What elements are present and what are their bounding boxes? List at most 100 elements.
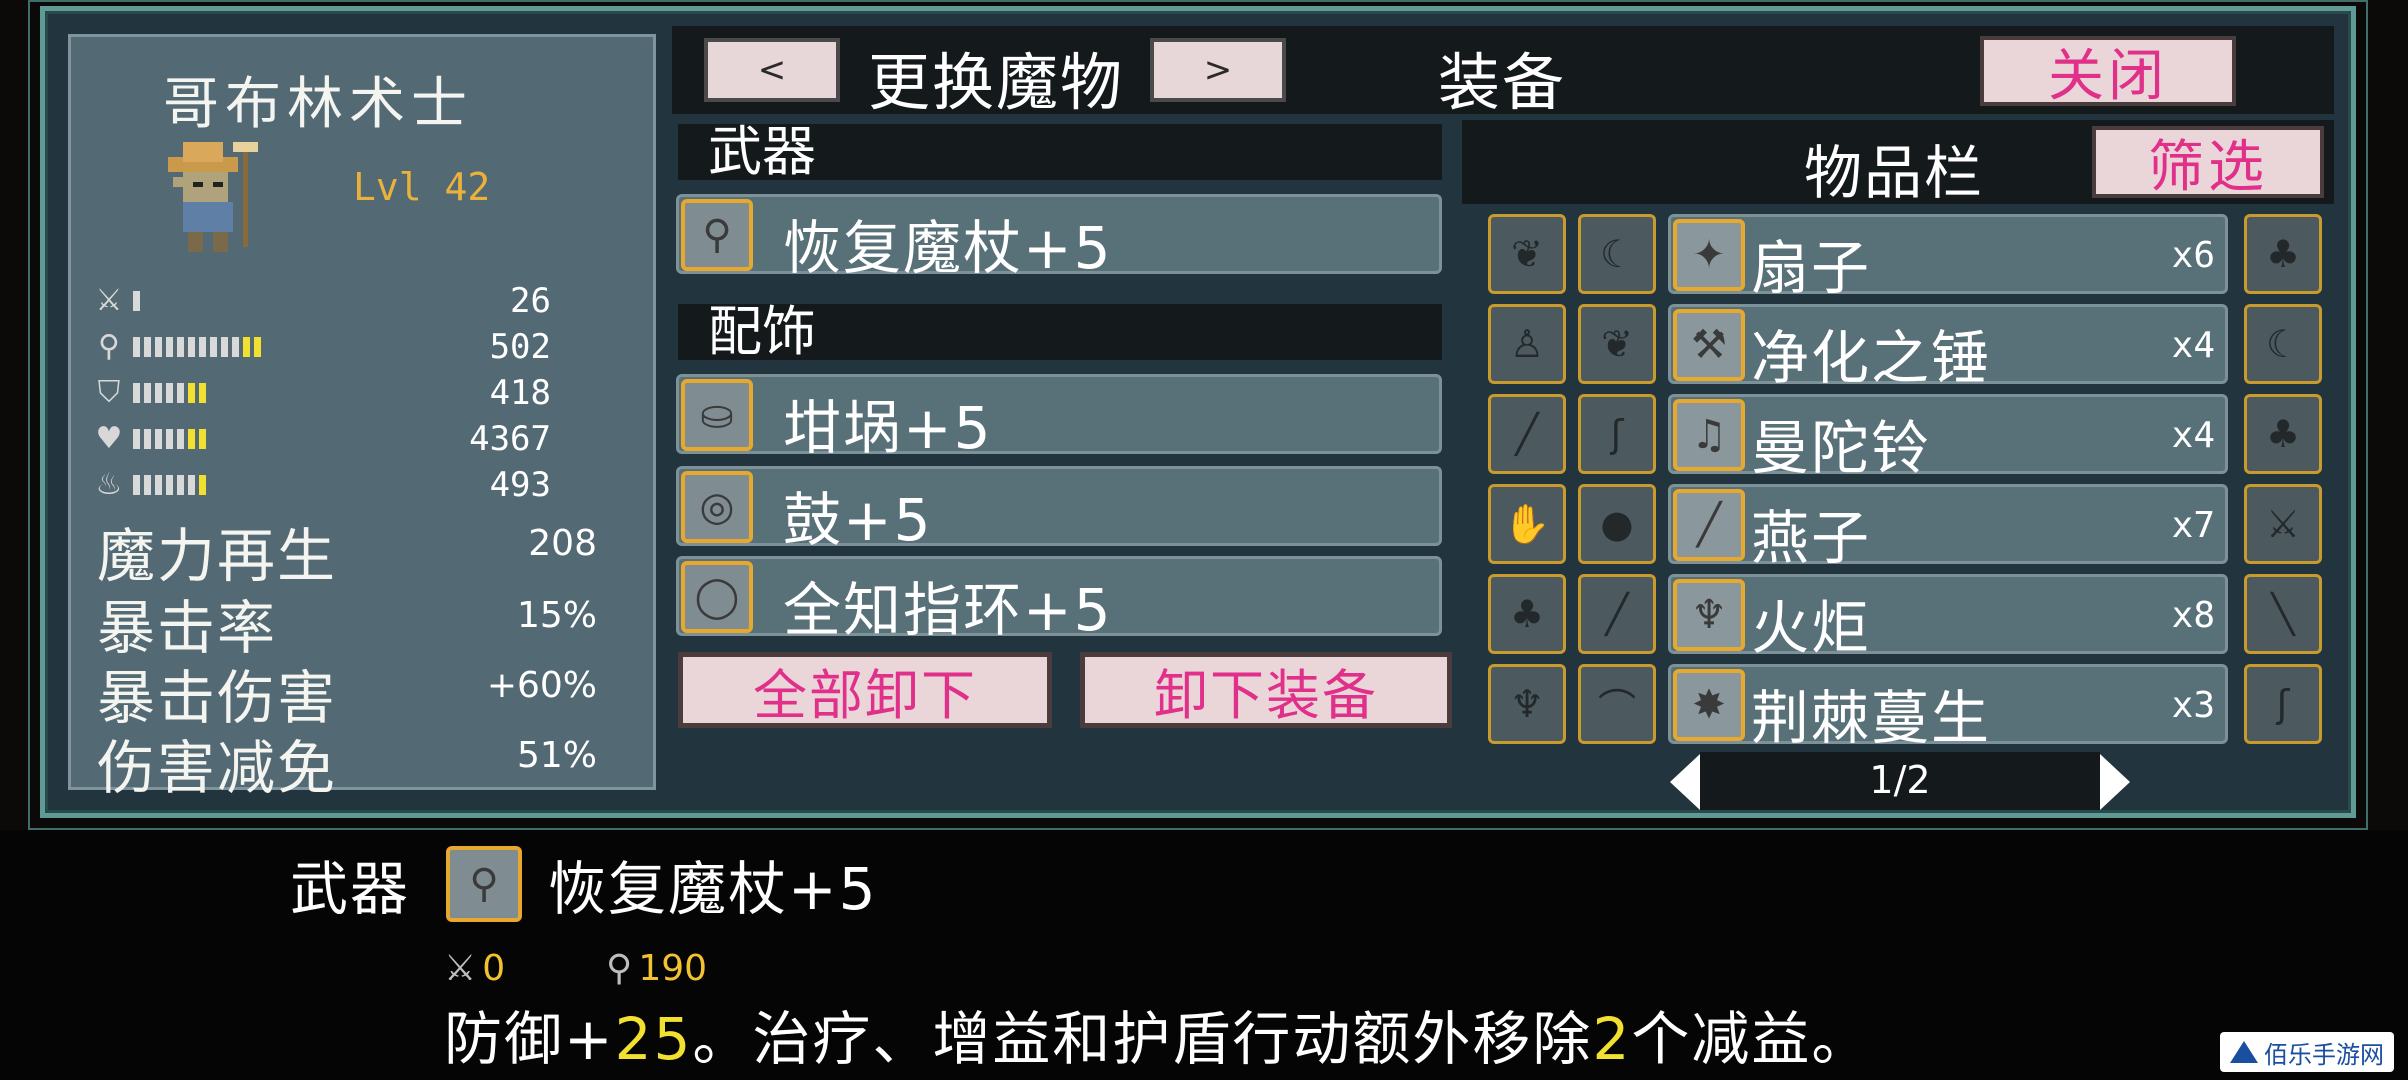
sword-icon[interactable]: ⚔ [2244,484,2322,564]
inventory-item[interactable]: ♆ 火炬 x8 [1668,574,2228,662]
inventory-item[interactable]: ⚒ 净化之锤 x4 [1668,304,2228,392]
stat-crit-rate: 暴击率 15% [97,581,597,662]
mace-icon[interactable]: ♣ [2244,394,2322,474]
change-monster-label: 更换魔物 [868,46,1125,119]
bar-segment [188,383,195,403]
ring-icon: ◯ [681,561,753,633]
bar-segment [144,429,151,449]
detail-category: 武器 [290,855,411,923]
unequip-button[interactable]: 卸下装备 [1080,652,1452,728]
stat-defense: ⛉ 418 [91,373,551,413]
hammer-icon: ⚒ [1673,309,1745,381]
inventory-item[interactable]: ╱ 燕子 x7 [1668,484,2228,572]
accessory-slot[interactable]: ⛀ 坩埚+5 [676,374,1442,462]
bar-segment [188,337,195,357]
inventory-item[interactable]: ✦ 扇子 x6 [1668,214,2228,302]
cauldron-icon: ⛀ [681,379,753,451]
sickle-icon[interactable]: ☾ [2244,304,2322,384]
next-monster-button[interactable]: > [1150,38,1286,102]
next-page-arrow-icon[interactable] [2100,754,2130,810]
stat-health: ♥ 4367 [91,419,551,459]
feather-icon[interactable]: ❦ [1578,304,1656,384]
detail-attack-stat: ⚔ 0 [444,948,505,989]
prev-page-arrow-icon[interactable] [1670,754,1700,810]
filter-button[interactable]: 筛选 [2092,126,2324,200]
mace-icon[interactable]: ♣ [2244,214,2322,294]
sickle-icon[interactable]: ☾ [1578,214,1656,294]
inventory-item[interactable]: ✸ 荆棘蔓生 x3 [1668,664,2228,752]
bar-segment [144,383,151,403]
inventory-title: 物品栏 [1804,139,1985,207]
stat-damage-reduction: 伤害减免 51% [97,721,597,802]
item-name: 净化之锤 [1751,324,1992,392]
weapon-slot[interactable]: ⚲ 恢复魔杖+5 [676,194,1442,282]
monster-level: Lvl 42 [353,165,491,209]
orb-icon[interactable]: ● [1578,484,1656,564]
bar-segment [133,383,140,403]
detail-stat-value: 0 [482,948,506,989]
item-name: 火炬 [1751,594,1872,662]
item-count: x7 [2171,505,2215,546]
close-button[interactable]: 关闭 [1980,36,2236,109]
torch-icon: ♆ [1673,579,1745,651]
accessory-slot[interactable]: ◯ 全知指环+5 [676,556,1442,644]
unequip-all-button[interactable]: 全部卸下 [678,652,1052,728]
dagger-icon[interactable]: ╱ [1578,574,1656,654]
logo-icon [2230,1041,2258,1063]
stat-bar [133,475,206,495]
prev-monster-button[interactable]: < [704,38,840,102]
watermark-text: 佰乐手游网 [2264,1040,2384,1069]
hook-icon[interactable]: ʃ [1578,394,1656,474]
item-name: 扇子 [1751,234,1872,302]
item-count: x4 [2171,415,2215,456]
accessory-slot[interactable]: ◎ 鼓+5 [676,466,1442,554]
weapon-section-title: 武器 [678,124,1442,180]
detail-item-name: 恢复魔杖+5 [548,855,878,923]
stat-bar [133,383,206,403]
bar-segment [243,337,250,357]
bar-segment [254,337,261,357]
hook-icon[interactable]: ʃ [2244,664,2322,744]
figure-icon[interactable]: ♙ [1488,304,1566,384]
swallow-sword-icon: ╱ [1673,489,1745,561]
inventory-header: 物品栏 筛选 [1462,120,2334,207]
accessory-name: 坩埚+5 [783,394,993,462]
stat-value: 493 [489,465,551,505]
horn-icon[interactable]: ⌒ [1578,664,1656,744]
bar-segment [199,383,206,403]
item-count: x6 [2171,235,2215,276]
mace-icon[interactable]: ♣ [1488,574,1566,654]
item-name: 曼陀铃 [1751,414,1932,482]
bar-segment [155,383,162,403]
feather-icon[interactable]: ❦ [1488,214,1566,294]
stat-bar [133,337,261,357]
detail-description: 防御+25。治疗、增益和护盾行动额外移除2个减益。 [444,1005,1872,1073]
rod-icon[interactable]: ╱ [1488,394,1566,474]
staff-icon: ⚲ [606,948,633,989]
drum-icon: ◎ [681,471,753,543]
top-bar: < 更换魔物 > 装备 关闭 [672,26,2334,119]
watermark: 佰乐手游网 [2220,1032,2394,1072]
detail-stat-value: 190 [638,948,708,989]
bar-segment [177,475,184,495]
bar-segment [155,337,162,357]
monster-panel: 哥布林术士 Lvl 42 ⚔ 26 ⚲ 502 ⛉ 418 ♥ 4367 ♨ 4… [68,34,656,802]
bar-segment [199,337,206,357]
torch-icon[interactable]: ♆ [1488,664,1566,744]
bar-segment [221,337,228,357]
shield-icon: ⛉ [97,375,121,410]
stat-value: 502 [489,327,551,367]
hand-icon[interactable]: ✋ [1488,484,1566,564]
bar-segment [232,337,239,357]
stat-value: 418 [489,373,551,413]
bar-segment [177,383,184,403]
item-detail-panel: 武器 ⚲ 恢复魔杖+5 ⚔ 0 ⚲ 190 防御+25。治疗、增益和护盾行动额外移除… [0,830,2408,1080]
accessory-section-title: 配饰 [678,304,1442,360]
spear-icon[interactable]: ╲ [2244,574,2322,654]
item-name: 燕子 [1751,504,1872,572]
stat-value: 4367 [469,419,551,459]
inventory-item[interactable]: ♫ 曼陀铃 x4 [1668,394,2228,482]
weapon-name: 恢复魔杖+5 [783,214,1113,282]
stat-magic: ⚲ 502 [91,327,551,367]
wand-icon: ⚲ [446,846,522,922]
